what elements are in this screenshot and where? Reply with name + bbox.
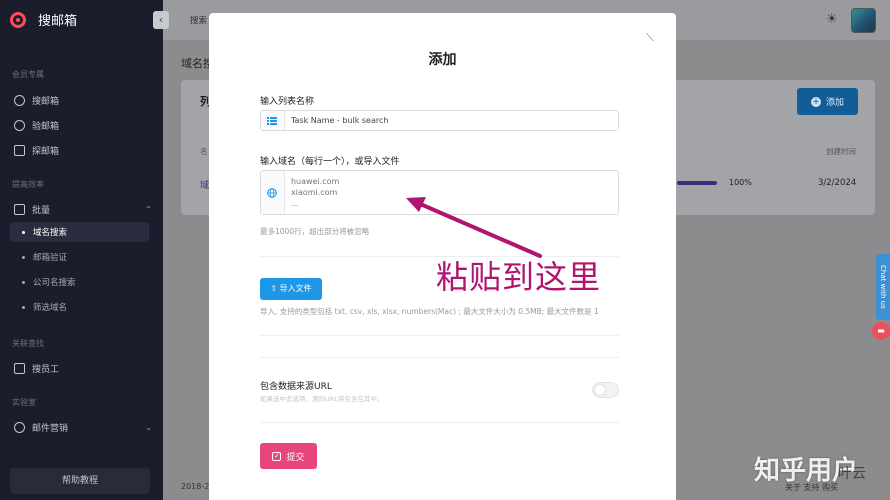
- annotation-arrow: [406, 197, 542, 258]
- annotation-text: 粘贴到这里: [436, 258, 602, 296]
- watermark-sub: 叶云: [838, 466, 866, 482]
